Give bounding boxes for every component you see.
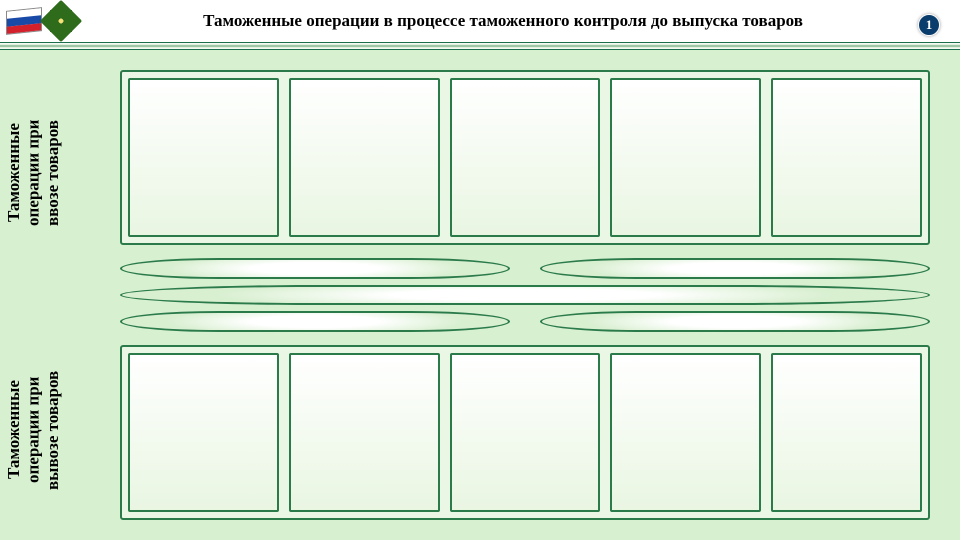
import-row xyxy=(120,70,930,245)
russia-flag-icon xyxy=(6,7,42,35)
export-label: Таможенные операции при вывозе товаров xyxy=(4,350,104,510)
import-cell xyxy=(771,78,922,237)
connector-shape xyxy=(120,258,510,279)
import-cell xyxy=(128,78,279,237)
header-bar: Таможенные операции в процессе таможенно… xyxy=(0,0,960,42)
connector-row xyxy=(120,311,930,332)
header-divider xyxy=(0,42,960,50)
connector-shape xyxy=(120,311,510,332)
export-cell xyxy=(450,353,601,512)
connector-shape xyxy=(540,311,930,332)
logo-group xyxy=(0,0,76,42)
import-cell xyxy=(289,78,440,237)
export-cell xyxy=(128,353,279,512)
connector-shape xyxy=(120,285,930,306)
connector-row xyxy=(120,285,930,306)
export-row xyxy=(120,345,930,520)
page-title: Таможенные операции в процессе таможенно… xyxy=(76,11,960,31)
middle-connectors xyxy=(120,258,930,332)
import-cell xyxy=(450,78,601,237)
import-label: Таможенные операции при ввозе товаров xyxy=(4,98,104,248)
connector-shape xyxy=(540,258,930,279)
diagram-area: Таможенные операции при ввозе товаров Та… xyxy=(0,50,960,540)
customs-emblem-icon xyxy=(40,0,82,42)
import-cell xyxy=(610,78,761,237)
connector-row xyxy=(120,258,930,279)
page-number-badge: 1 xyxy=(918,14,940,36)
export-cell xyxy=(289,353,440,512)
export-cell xyxy=(610,353,761,512)
export-cell xyxy=(771,353,922,512)
